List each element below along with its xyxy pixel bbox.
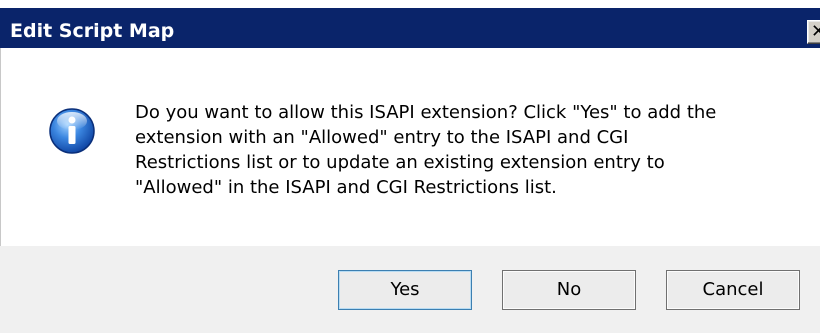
window-title: Edit Script Map [10, 20, 175, 42]
message-area: Do you want to allow this ISAPI extensio… [0, 48, 820, 246]
cancel-button[interactable]: Cancel [666, 270, 800, 310]
info-icon [49, 108, 95, 154]
message-text: Do you want to allow this ISAPI extensio… [135, 102, 717, 198]
close-icon: ✕ [811, 21, 820, 42]
button-bar: Yes No Cancel [0, 246, 820, 333]
yes-button[interactable]: Yes [338, 270, 472, 310]
no-button[interactable]: No [502, 270, 636, 310]
edit-script-map-dialog: Edit Script Map ✕ Do you want to allow t… [0, 0, 820, 333]
close-button[interactable]: ✕ [807, 20, 820, 44]
title-bar[interactable]: Edit Script Map ✕ [0, 0, 820, 48]
